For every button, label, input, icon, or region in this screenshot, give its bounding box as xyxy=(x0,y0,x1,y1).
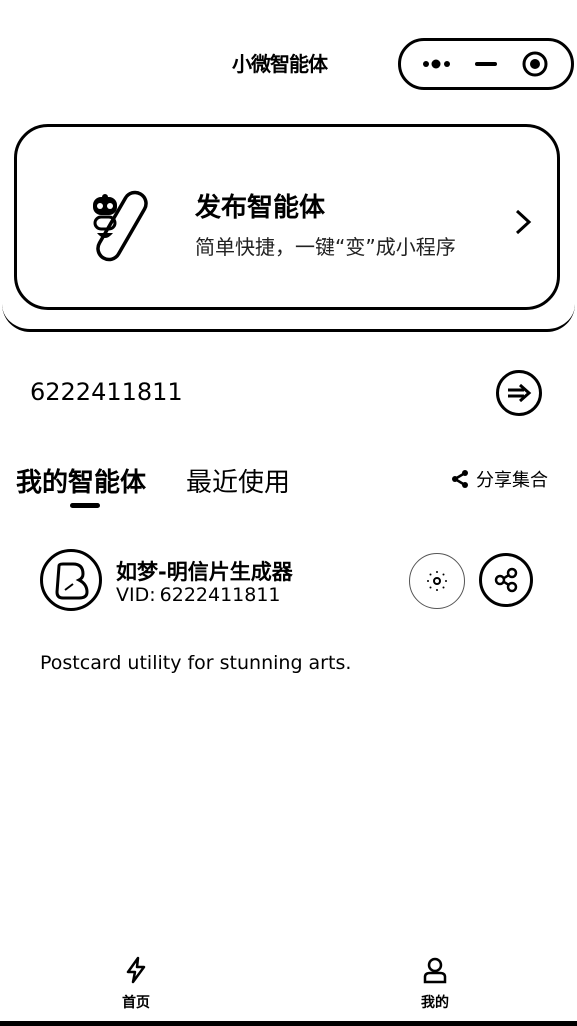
minimize-icon xyxy=(474,62,497,66)
target-circle-icon xyxy=(522,51,548,77)
agent-vid: VID: 6222411811 xyxy=(116,584,281,606)
share-collection-button[interactable]: 分享集合 xyxy=(450,466,548,492)
more-button[interactable] xyxy=(415,44,459,84)
agent-settings-button[interactable] xyxy=(409,553,465,609)
top-bar: 小微智能体 xyxy=(0,0,577,120)
agent-avatar[interactable] xyxy=(40,549,102,611)
app-title: 小微智能体 xyxy=(232,52,328,76)
publish-subtitle: 简单快捷，一键“变”成小程序 xyxy=(195,235,456,259)
share-icon xyxy=(494,567,518,593)
avatar-icon xyxy=(55,562,89,600)
chevron-right-icon xyxy=(515,209,532,235)
nav-home-label: 首页 xyxy=(122,995,150,1011)
tab-recent[interactable]: 最近使用 xyxy=(186,462,290,499)
lightning-icon xyxy=(126,956,146,984)
arrow-enter-icon xyxy=(508,383,532,403)
tab-my-agents[interactable]: 我的智能体 xyxy=(16,462,146,499)
settings-icon xyxy=(427,571,447,591)
bottom-navigation: 首页 我的 xyxy=(0,950,577,1026)
publish-agent-card[interactable]: 发布智能体 简单快捷，一键“变”成小程序 xyxy=(14,124,560,310)
nav-me[interactable]: 我的 xyxy=(395,956,475,1012)
user-icon xyxy=(423,957,447,984)
nav-home[interactable]: 首页 xyxy=(96,956,176,1012)
more-dots-icon xyxy=(423,59,451,69)
agent-description: Postcard utility for stunning arts. xyxy=(40,652,352,674)
agent-vid-label: VID: xyxy=(116,584,156,606)
robot-capsule-icon xyxy=(93,190,148,262)
minimize-button[interactable] xyxy=(464,44,508,84)
close-button[interactable] xyxy=(513,44,557,84)
agent-share-button[interactable] xyxy=(479,553,533,607)
share-collection-label: 分享集合 xyxy=(476,470,548,491)
agent-id-value: 6222411811 xyxy=(30,378,183,406)
agent-vid-value: 6222411811 xyxy=(159,584,281,606)
publish-section: 发布智能体 简单快捷，一键“变”成小程序 xyxy=(2,120,575,332)
nav-me-label: 我的 xyxy=(421,995,449,1011)
tab-indicator xyxy=(70,503,100,508)
home-indicator-bar xyxy=(0,1021,577,1026)
enter-agent-button[interactable] xyxy=(496,370,542,416)
agent-name[interactable]: 如梦-明信片生成器 xyxy=(116,556,293,586)
publish-title: 发布智能体 xyxy=(195,193,326,223)
mini-program-capsule xyxy=(398,38,574,90)
share-icon xyxy=(452,470,468,488)
